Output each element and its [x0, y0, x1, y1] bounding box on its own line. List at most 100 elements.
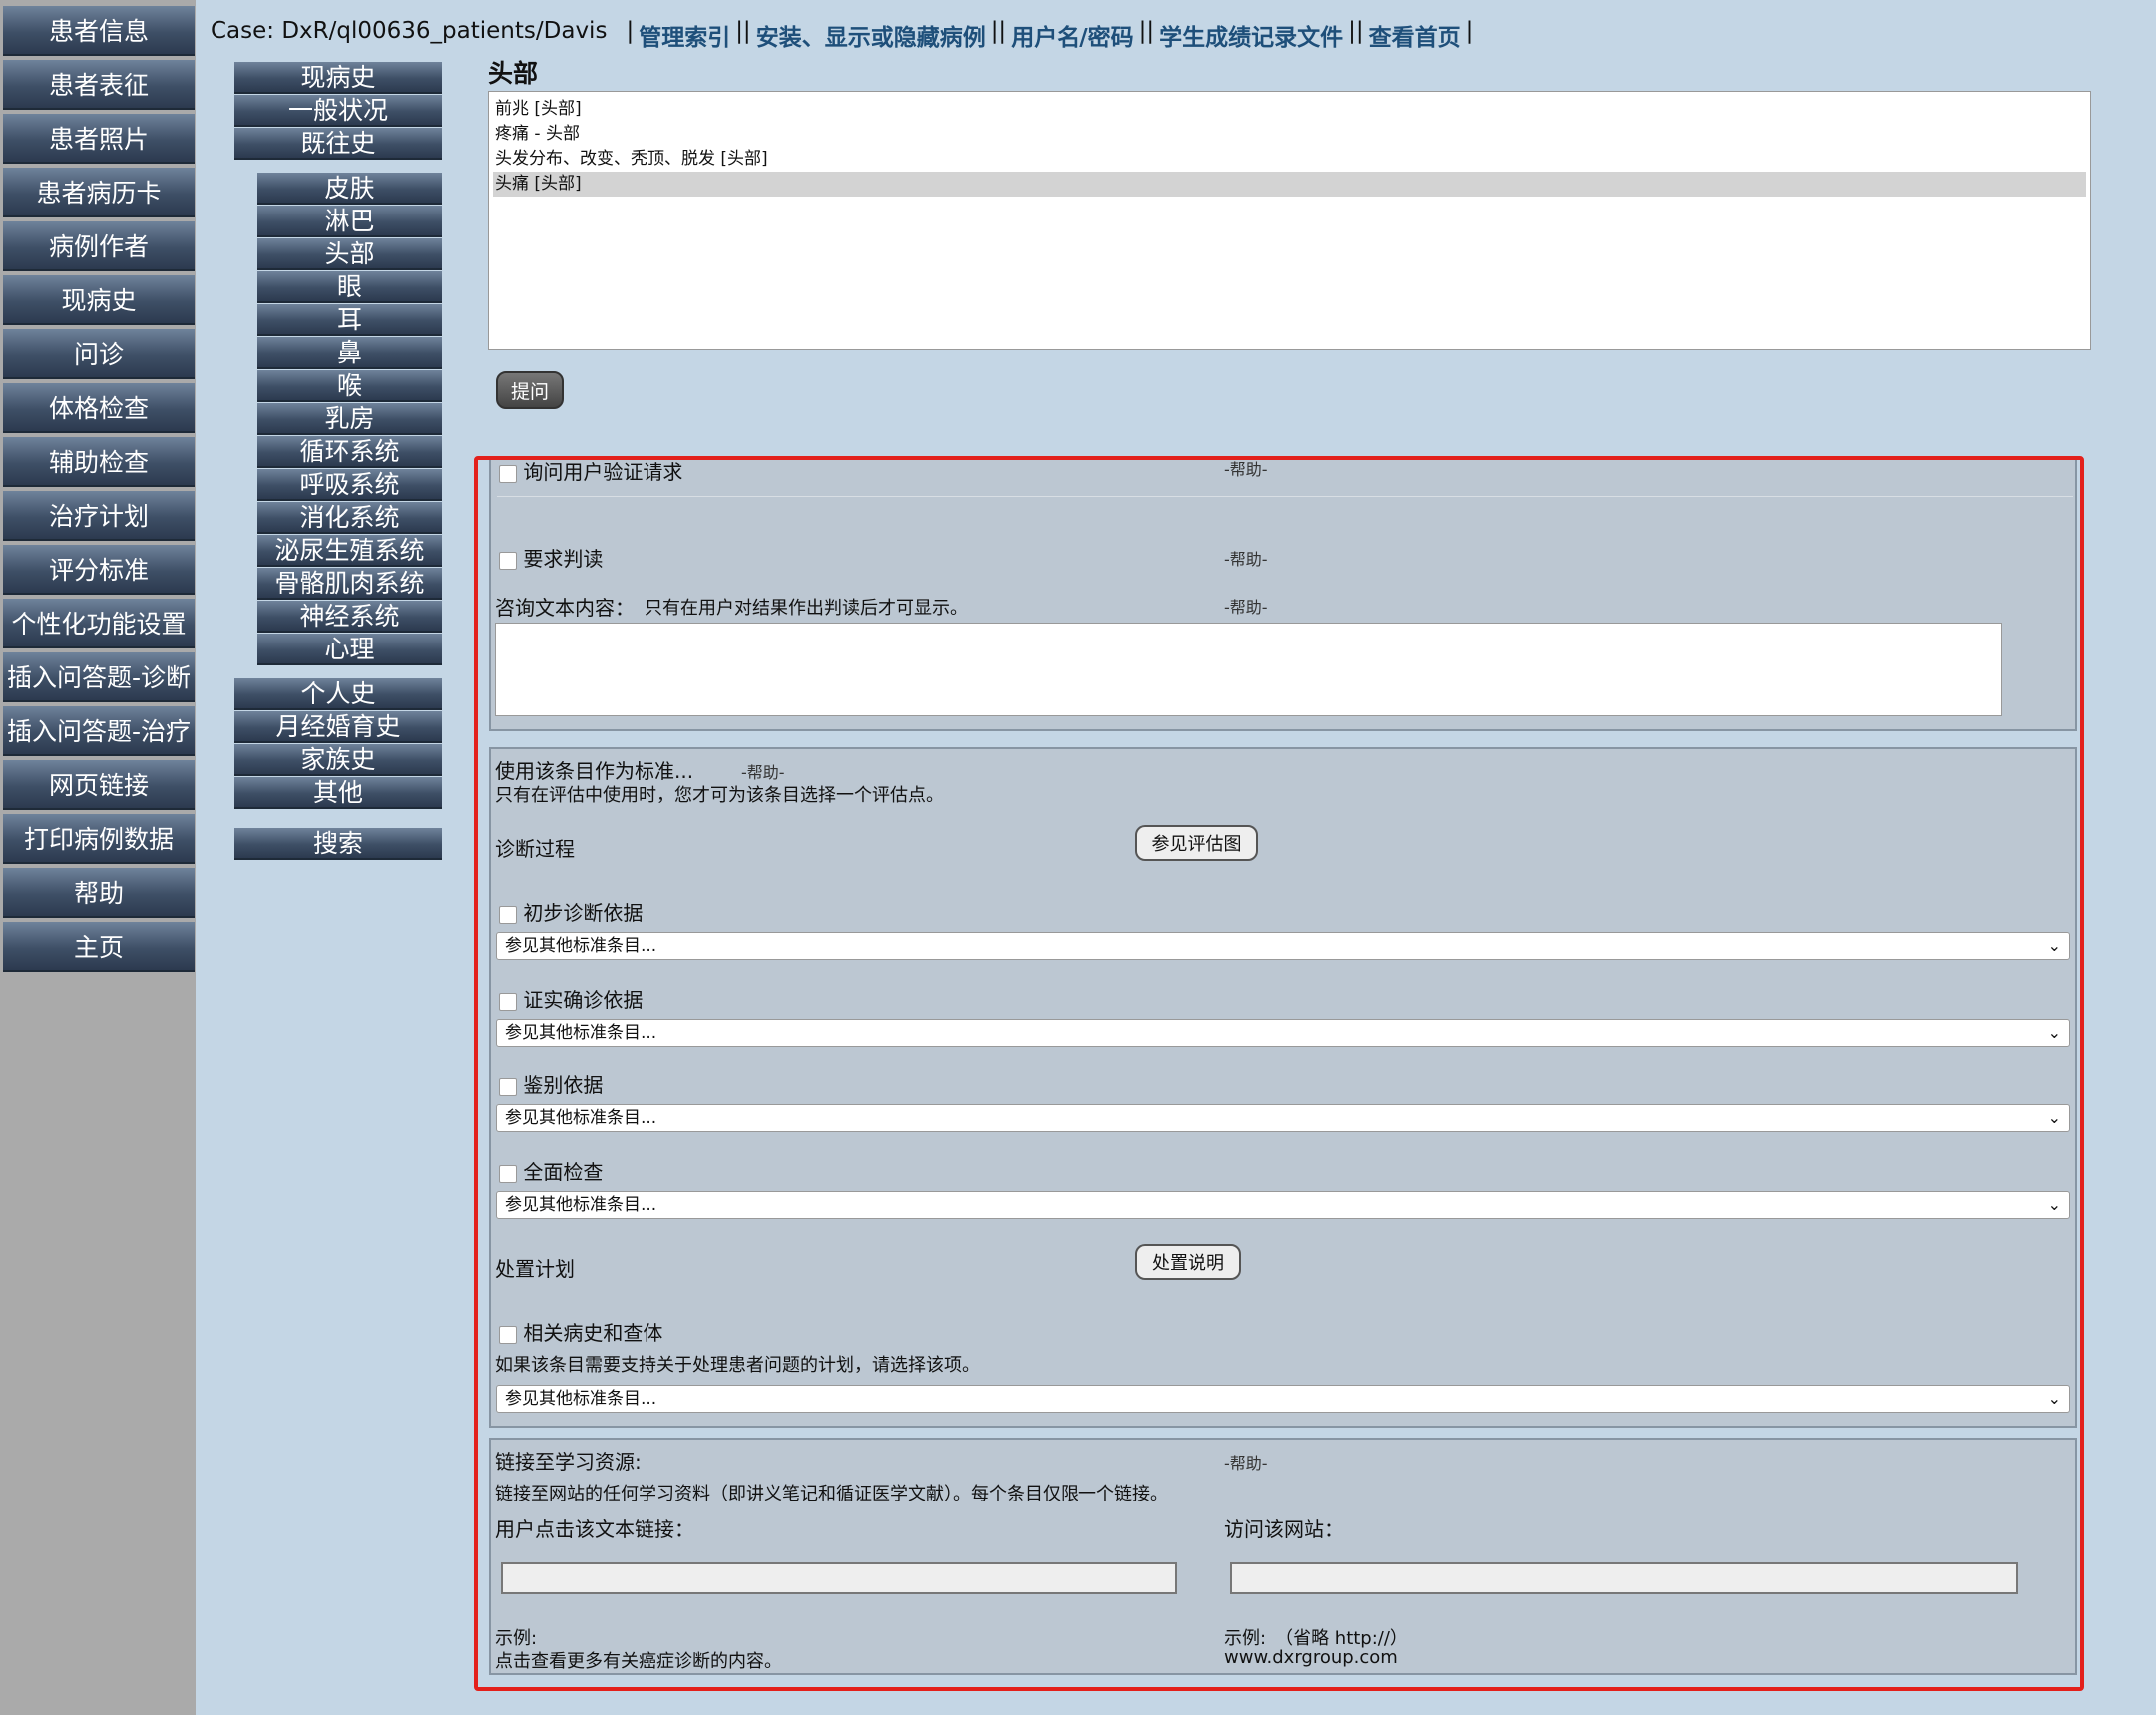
verify-request-row: 询问用户验证请求	[499, 460, 682, 485]
sub-nav-sub-nav-systems-2[interactable]: 头部	[257, 238, 442, 270]
diag-process-label: 诊断过程	[495, 837, 575, 861]
left-nav-item-5[interactable]: 现病史	[3, 275, 195, 325]
left-nav-item-13[interactable]: 插入问答题-治疗	[3, 706, 195, 756]
highlighted-form-area: 询问用户验证请求 -帮助- 要求判读 -帮助- 咨询文本内容： 只有在用户对结果…	[474, 456, 2084, 1691]
consult-textarea[interactable]	[495, 623, 2002, 716]
left-nav-item-11[interactable]: 个性化功能设置	[3, 599, 195, 648]
list-item[interactable]: 头发分布、改变、秃顶、脱发 [头部]	[493, 147, 2086, 172]
sub-nav-sub-nav-top-2[interactable]: 既往史	[234, 128, 442, 160]
consult-label: 咨询文本内容：	[495, 596, 635, 620]
left-nav-item-9[interactable]: 治疗计划	[3, 491, 195, 541]
ask-button[interactable]: 提问	[496, 371, 564, 409]
case-path: Case: DxR/ql00636_patients/Davis	[211, 18, 608, 44]
select-value: 参见其他标准条目...	[505, 1108, 657, 1128]
sub-nav-sub-nav-top-1[interactable]: 一般状况	[234, 95, 442, 127]
interpret-row: 要求判读	[499, 543, 603, 572]
sub-nav-sub-nav-top-0[interactable]: 现病史	[234, 62, 442, 94]
diff-dx-checkbox[interactable]	[499, 1077, 517, 1096]
list-item[interactable]: 疼痛 - 头部	[493, 122, 2086, 147]
confirm-dx-checkbox[interactable]	[499, 992, 517, 1011]
select-value: 参见其他标准条目...	[505, 1023, 657, 1043]
search-button[interactable]: 搜索	[234, 828, 442, 860]
left-nav-item-7[interactable]: 体格检查	[3, 383, 195, 433]
left-nav-item-3[interactable]: 患者病历卡	[3, 168, 195, 217]
left-nav-item-2[interactable]: 患者照片	[3, 114, 195, 164]
help-link[interactable]: -帮助-	[741, 759, 785, 783]
symptom-listbox[interactable]: 前兆 [头部] 疼痛 - 头部 头发分布、改变、秃顶、脱发 [头部] 头痛 [头部]	[488, 91, 2091, 350]
link-home[interactable]: 查看首页	[1369, 18, 1461, 52]
sub-nav-sub-nav-systems-0[interactable]: 皮肤	[257, 173, 442, 205]
link-username-password[interactable]: 用户名/密码	[1011, 18, 1133, 52]
diff-dx-row: 鉴别依据	[499, 1070, 603, 1098]
sub-nav-sub-nav-systems-4[interactable]: 耳	[257, 304, 442, 336]
verify-checkbox[interactable]	[499, 464, 517, 483]
visit-site-input[interactable]	[1230, 1562, 2018, 1594]
chevron-down-icon: ⌄	[2047, 1389, 2061, 1408]
treatment-note-button[interactable]: 处置说明	[1135, 1244, 1241, 1280]
left-nav-item-15[interactable]: 打印病例数据	[3, 814, 195, 864]
example-left-text: 点击查看更多有关癌症诊断的内容。	[495, 1651, 782, 1672]
left-nav-item-0[interactable]: 患者信息	[3, 6, 195, 56]
sub-nav-sub-nav-bottom-0[interactable]: 个人史	[234, 678, 442, 710]
sub-nav-sub-nav-systems-9[interactable]: 呼吸系统	[257, 469, 442, 501]
separator: |	[1465, 18, 1474, 44]
full-exam-checkbox[interactable]	[499, 1164, 517, 1183]
left-nav-item-8[interactable]: 辅助检查	[3, 437, 195, 487]
sub-nav-sub-nav-systems-14[interactable]: 心理	[257, 634, 442, 665]
left-nav-item-16[interactable]: 帮助	[3, 868, 195, 918]
confirm-dx-select[interactable]: 参见其他标准条目... ⌄	[496, 1019, 2070, 1047]
confirm-dx-row: 证实确诊依据	[499, 984, 643, 1013]
treatment-plan-label: 处置计划	[495, 1257, 575, 1281]
full-exam-label: 全面检查	[523, 1160, 604, 1184]
sub-nav-sub-nav-systems-1[interactable]: 淋巴	[257, 206, 442, 237]
link-admin-index[interactable]: 管理索引	[639, 18, 730, 52]
sub-nav-sub-nav-systems-5[interactable]: 鼻	[257, 337, 442, 369]
list-item[interactable]: 头痛 [头部]	[493, 172, 2086, 197]
sub-nav-sub-nav-systems-7[interactable]: 乳房	[257, 403, 442, 435]
help-link[interactable]: -帮助-	[1224, 460, 1268, 480]
interpret-label: 要求判读	[523, 547, 604, 571]
visit-site-label: 访问该网站：	[1224, 1517, 1344, 1541]
left-nav-item-12[interactable]: 插入问答题-诊断	[3, 652, 195, 702]
sub-nav-sub-nav-systems-6[interactable]: 喉	[257, 370, 442, 402]
left-nav-item-6[interactable]: 问诊	[3, 329, 195, 379]
sub-nav-sub-nav-systems-12[interactable]: 骨骼肌肉系统	[257, 568, 442, 600]
left-nav-item-14[interactable]: 网页链接	[3, 760, 195, 810]
select-value: 参见其他标准条目...	[505, 1195, 657, 1215]
link-install-cases[interactable]: 安装、显示或隐藏病例	[756, 18, 986, 52]
help-link[interactable]: -帮助-	[1224, 1450, 1268, 1474]
use-as-standard-label: 使用该条目作为标准...	[495, 759, 694, 783]
link-student-records[interactable]: 学生成绩记录文件	[1159, 18, 1343, 52]
left-nav-item-17[interactable]: 主页	[3, 922, 195, 972]
list-item[interactable]: 前兆 [头部]	[493, 97, 2086, 122]
left-nav-item-1[interactable]: 患者表征	[3, 60, 195, 110]
help-link[interactable]: -帮助-	[1224, 546, 1268, 570]
divider	[497, 496, 2073, 497]
sub-nav-sub-nav-systems-3[interactable]: 眼	[257, 271, 442, 303]
interpret-checkbox[interactable]	[499, 551, 517, 570]
initial-dx-select[interactable]: 参见其他标准条目... ⌄	[496, 932, 2070, 960]
sub-nav-sub-nav-systems-13[interactable]: 神经系统	[257, 601, 442, 633]
left-nav-item-4[interactable]: 病例作者	[3, 221, 195, 271]
sub-nav-sub-nav-systems-11[interactable]: 泌尿生殖系统	[257, 535, 442, 567]
sub-nav-sub-nav-bottom-1[interactable]: 月经婚育史	[234, 711, 442, 743]
initial-dx-checkbox[interactable]	[499, 905, 517, 924]
chevron-down-icon: ⌄	[2047, 1023, 2061, 1042]
diff-dx-select[interactable]: 参见其他标准条目... ⌄	[496, 1104, 2070, 1132]
chevron-down-icon: ⌄	[2047, 1108, 2061, 1127]
separator: |	[626, 18, 635, 44]
help-link[interactable]: -帮助-	[1224, 594, 1268, 618]
sub-nav-sub-nav-systems-10[interactable]: 消化系统	[257, 502, 442, 534]
sub-nav-sub-nav-bottom-2[interactable]: 家族史	[234, 744, 442, 776]
section-title: 头部	[488, 59, 539, 88]
resource-note: 链接至网站的任何学习资料（即讲义笔记和循证医学文献）。每个条目仅限一个链接。	[495, 1484, 1168, 1504]
eval-chart-button[interactable]: 参见评估图	[1135, 825, 1258, 861]
sub-nav-sub-nav-systems-8[interactable]: 循环系统	[257, 436, 442, 468]
related-history-checkbox[interactable]	[499, 1325, 517, 1344]
related-history-select[interactable]: 参见其他标准条目... ⌄	[496, 1385, 2070, 1413]
full-exam-select[interactable]: 参见其他标准条目... ⌄	[496, 1191, 2070, 1219]
separator: ||	[1138, 18, 1155, 44]
left-nav-item-10[interactable]: 评分标准	[3, 545, 195, 595]
link-text-input[interactable]	[501, 1562, 1177, 1594]
sub-nav-sub-nav-bottom-3[interactable]: 其他	[234, 777, 442, 809]
